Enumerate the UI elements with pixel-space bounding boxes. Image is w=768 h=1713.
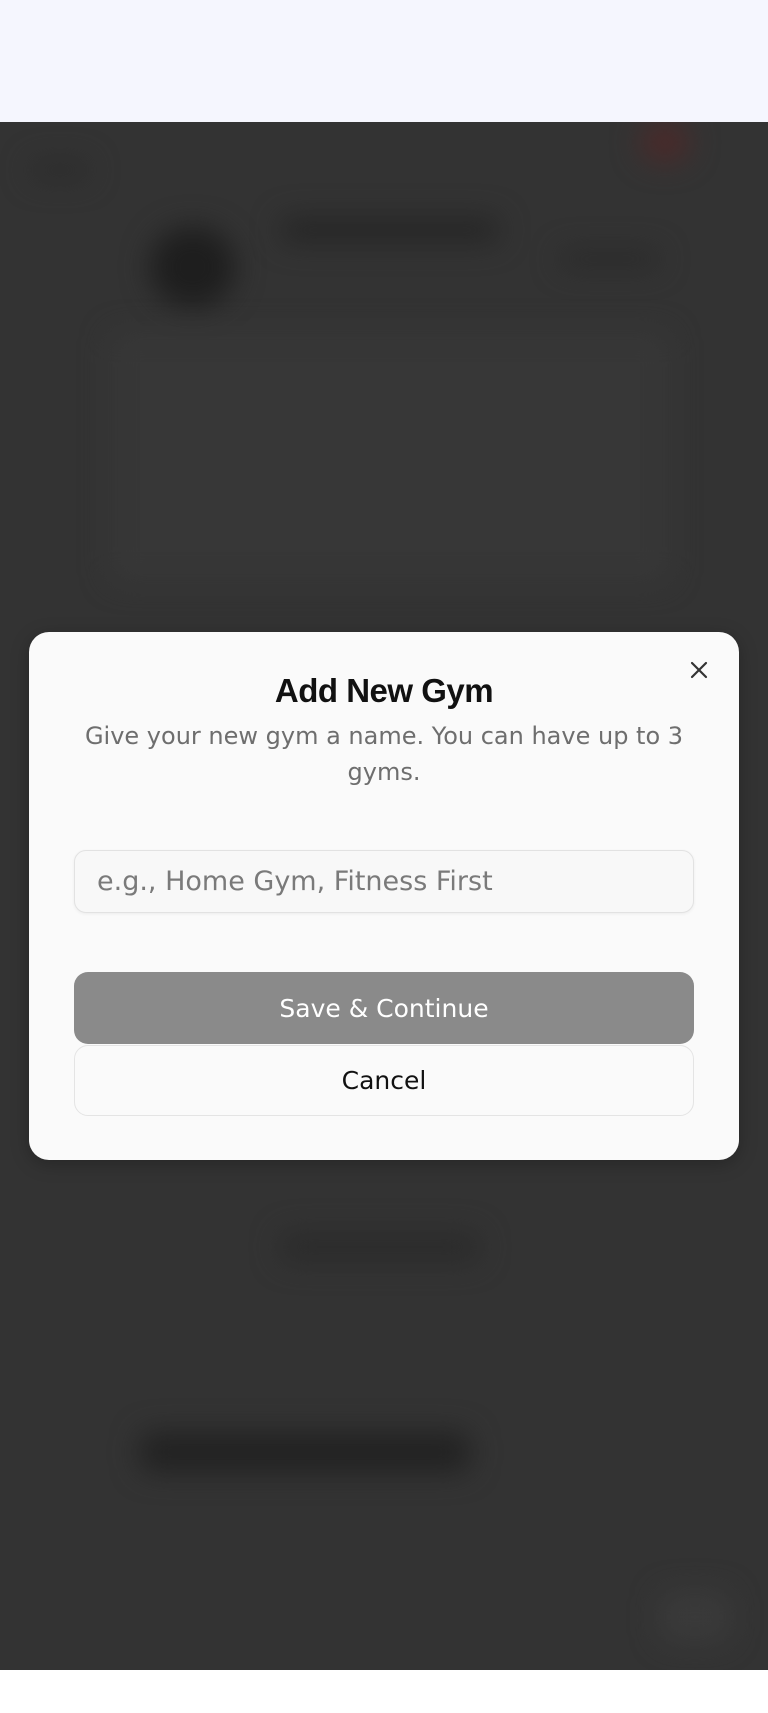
blurred-card bbox=[110, 332, 670, 582]
status-bar-area bbox=[0, 0, 768, 122]
blurred-text bbox=[560, 250, 660, 268]
blurred-nav bbox=[660, 1592, 730, 1642]
blurred-heading bbox=[140, 1432, 470, 1472]
dialog-description: Give your new gym a name. You can have u… bbox=[84, 722, 684, 786]
add-gym-dialog: Add New Gym Give your new gym a name. Yo… bbox=[29, 632, 739, 1160]
save-continue-button[interactable]: Save & Continue bbox=[74, 972, 694, 1044]
blurred-text bbox=[280, 1232, 480, 1262]
blurred-text bbox=[30, 160, 90, 180]
blurred-badge bbox=[640, 122, 690, 162]
bottom-safe-area bbox=[0, 1670, 768, 1713]
gym-name-input[interactable] bbox=[74, 850, 694, 913]
dialog-title: Add New Gym bbox=[274, 672, 494, 709]
blurred-avatar bbox=[150, 227, 235, 307]
blurred-header bbox=[280, 217, 500, 243]
cancel-button[interactable]: Cancel bbox=[74, 1045, 694, 1116]
